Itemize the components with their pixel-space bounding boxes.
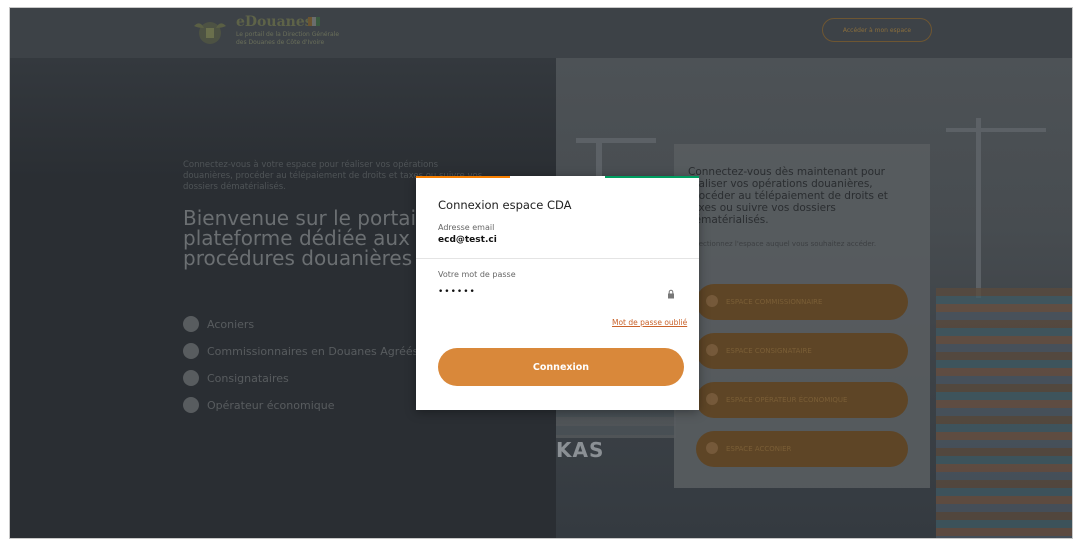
email-label: Adresse email [438, 223, 495, 232]
actor-label: Opérateur économique [207, 398, 335, 412]
crane-shape [976, 118, 981, 298]
card-hint-text: Sélectionnez l'espace auquel vous souhai… [688, 240, 877, 248]
card-intro-text: Connectez-vous dès maintenant pour réali… [688, 166, 888, 226]
space-button-label: ESPACE ACCONIER [726, 445, 792, 453]
email-field[interactable]: ecd@test.ci [438, 235, 497, 245]
actor-item-aconiers: Aconiers [183, 315, 254, 333]
container-stack [936, 288, 1072, 538]
actor-icon [183, 316, 199, 332]
brand-subtitle: Le portail de la Direction Générale des … [236, 31, 340, 46]
space-button-label: ESPACE COMMISSIONNAIRE [726, 298, 823, 306]
flag-stripe-white [510, 176, 605, 178]
crane-shape [946, 128, 1046, 132]
space-icon [706, 295, 718, 307]
coat-of-arms-logo [194, 22, 226, 44]
modal-title: Connexion espace CDA [438, 198, 572, 212]
space-icon [706, 442, 718, 454]
space-button-acconier[interactable]: ESPACE ACCONIER [696, 431, 908, 467]
login-modal: Connexion espace CDA Adresse email ecd@t… [416, 176, 699, 410]
space-icon [706, 393, 718, 405]
field-divider [416, 258, 699, 259]
actor-item-operateur: Opérateur économique [183, 396, 334, 414]
forgot-password-link[interactable]: Mot de passe oublié [612, 318, 687, 327]
ship-hull-lettering: KAS [556, 438, 605, 462]
space-button-operateur[interactable]: ESPACE OPÉRATEUR ÉCONOMIQUE [696, 382, 908, 418]
flag-stripe [416, 176, 699, 178]
brand-title: eDouanes [236, 14, 313, 30]
access-space-button[interactable]: Accéder à mon espace [822, 18, 932, 42]
lock-icon [668, 289, 674, 299]
password-label: Votre mot de passe [438, 270, 516, 279]
flag-stripe-orange [416, 176, 511, 178]
flag-stripe-green [604, 176, 699, 178]
space-selection-card: Connectez-vous dès maintenant pour réali… [674, 144, 930, 488]
actor-label: Aconiers [207, 317, 255, 331]
space-button-label: ESPACE CONSIGNATAIRE [726, 347, 812, 355]
browser-viewport: eDouanes Le portail de la Direction Géné… [9, 7, 1073, 539]
actor-icon [183, 343, 199, 359]
ivory-coast-flag-icon [308, 17, 320, 26]
space-icon [706, 344, 718, 356]
actor-icon [183, 397, 199, 413]
space-button-commissionnaire[interactable]: ESPACE COMMISSIONNAIRE [696, 284, 908, 320]
login-submit-button[interactable]: Connexion [438, 348, 684, 386]
crane-shape [576, 138, 656, 143]
site-header: eDouanes Le portail de la Direction Géné… [10, 8, 1072, 58]
space-button-label: ESPACE OPÉRATEUR ÉCONOMIQUE [726, 396, 848, 404]
actor-item-consignataires: Consignataires [183, 369, 289, 387]
actor-label: Consignataires [207, 371, 289, 385]
password-field[interactable] [438, 285, 684, 299]
actor-label: Commissionnaires en Douanes Agréés [207, 344, 419, 358]
actor-item-commissionnaires: Commissionnaires en Douanes Agréés [183, 342, 418, 360]
actor-icon [183, 370, 199, 386]
space-button-consignataire[interactable]: ESPACE CONSIGNATAIRE [696, 333, 908, 369]
